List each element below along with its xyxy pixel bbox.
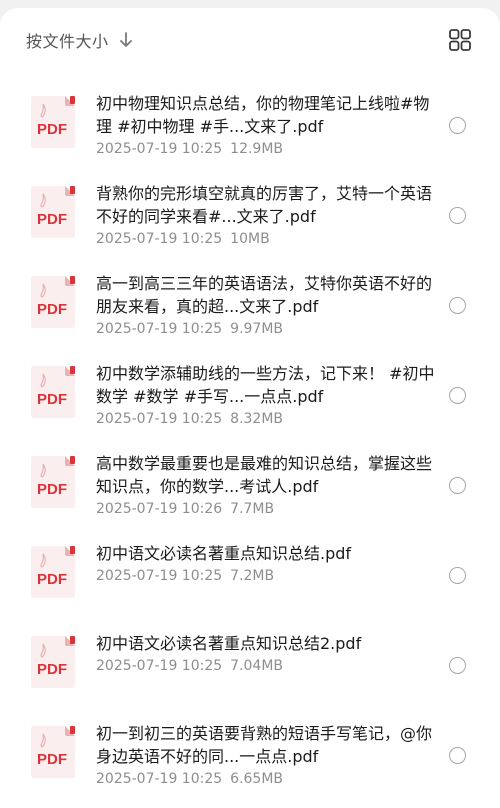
arrow-down-icon (119, 32, 132, 47)
file-row[interactable]: PDF 初中数学添辅助线的一些方法，记下来！ #初中数学 #数学 #手写...一… (0, 352, 500, 442)
select-radio[interactable] (449, 117, 466, 134)
file-row[interactable]: PDF 初中语文必读名著重点知识总结.pdf 2025-07-19 10:25 7… (0, 532, 500, 622)
select-radio[interactable] (449, 657, 466, 674)
toolbar: 按文件大小 (0, 8, 500, 72)
file-date: 2025-07-19 10:25 (96, 411, 223, 427)
svg-text:PDF: PDF (37, 661, 67, 678)
select-radio[interactable] (449, 477, 466, 494)
file-text: 初中语文必读名著重点知识总结.pdf 2025-07-19 10:25 7.2MB (96, 542, 436, 586)
sort-label: 按文件大小 (26, 32, 109, 51)
file-meta: 2025-07-19 10:25 8.32MB (96, 409, 436, 429)
file-meta: 2025-07-19 10:25 9.97MB (96, 319, 436, 339)
file-name: 初中数学添辅助线的一些方法，记下来！ #初中数学 #数学 #手写...一点点.p… (96, 364, 435, 406)
svg-text:PDF: PDF (37, 481, 67, 498)
file-list: PDF 初中物理知识点总结，你的物理笔记上线啦#物理 #初中物理 #手...文来… (0, 82, 500, 802)
pdf-file-icon: PDF (31, 276, 75, 328)
file-meta: 2025-07-19 10:25 7.04MB (96, 656, 436, 676)
pdf-file-icon: PDF (31, 546, 75, 598)
file-meta: 2025-07-19 10:25 6.65MB (96, 769, 436, 789)
file-date: 2025-07-19 10:25 (96, 141, 223, 157)
file-size: 9.97MB (230, 321, 284, 337)
file-row[interactable]: PDF 高中数学最重要也是最难的知识总结，掌握这些知识点，你的数学...考试人.… (0, 442, 500, 532)
select-radio[interactable] (449, 207, 466, 224)
file-text: 背熟你的完形填空就真的厉害了，艾特一个英语不好的同学来看#...文来了.pdf … (96, 182, 436, 249)
pdf-file-icon: PDF (31, 96, 75, 148)
file-size: 7.04MB (230, 658, 284, 674)
select-radio[interactable] (449, 747, 466, 764)
svg-text:PDF: PDF (37, 571, 67, 588)
file-size: 12.9MB (230, 141, 284, 157)
pdf-file-icon: PDF (31, 726, 75, 778)
file-size: 7.7MB (230, 501, 275, 517)
file-name: 高一到高三三年的英语语法，艾特你英语不好的朋友来看，真的超...文来了.pdf (96, 274, 433, 316)
file-text: 高中数学最重要也是最难的知识总结，掌握这些知识点，你的数学...考试人.pdf … (96, 452, 436, 519)
file-meta: 2025-07-19 10:25 12.9MB (96, 139, 436, 159)
svg-text:PDF: PDF (37, 121, 67, 138)
file-text: 初一到初三的英语要背熟的短语手写笔记，@你身边英语不好的同...一点点.pdf … (96, 722, 436, 789)
sort-by-size-button[interactable]: 按文件大小 (26, 28, 133, 52)
file-panel: 按文件大小 PDF 初中物理知识点总结，你的物理笔记上线啦#物理 #初中物理 #… (0, 8, 500, 808)
pdf-file-icon: PDF (31, 366, 75, 418)
svg-text:PDF: PDF (37, 751, 67, 768)
file-name: 初中物理知识点总结，你的物理笔记上线啦#物理 #初中物理 #手...文来了.pd… (96, 94, 430, 136)
select-radio[interactable] (449, 297, 466, 314)
file-name: 初中语文必读名著重点知识总结.pdf (96, 544, 352, 563)
file-date: 2025-07-19 10:25 (96, 771, 223, 787)
file-meta: 2025-07-19 10:25 7.2MB (96, 566, 436, 586)
svg-text:PDF: PDF (37, 391, 67, 408)
file-text: 初中数学添辅助线的一些方法，记下来！ #初中数学 #数学 #手写...一点点.p… (96, 362, 436, 429)
file-row[interactable]: PDF 初一到初三的英语要背熟的短语手写笔记，@你身边英语不好的同...一点点.… (0, 712, 500, 802)
file-name: 背熟你的完形填空就真的厉害了，艾特一个英语不好的同学来看#...文来了.pdf (96, 184, 433, 226)
file-name: 初一到初三的英语要背熟的短语手写笔记，@你身边英语不好的同...一点点.pdf (96, 724, 433, 766)
svg-text:PDF: PDF (37, 211, 67, 228)
pdf-file-icon: PDF (31, 186, 75, 238)
file-name: 初中语文必读名著重点知识总结2.pdf (96, 634, 362, 653)
svg-text:PDF: PDF (37, 301, 67, 318)
file-date: 2025-07-19 10:25 (96, 231, 223, 247)
file-row[interactable]: PDF 初中物理知识点总结，你的物理笔记上线啦#物理 #初中物理 #手...文来… (0, 82, 500, 172)
pdf-file-icon: PDF (31, 456, 75, 508)
select-radio[interactable] (449, 567, 466, 584)
file-name: 高中数学最重要也是最难的知识总结，掌握这些知识点，你的数学...考试人.pdf (96, 454, 433, 496)
file-row[interactable]: PDF 背熟你的完形填空就真的厉害了，艾特一个英语不好的同学来看#...文来了.… (0, 172, 500, 262)
select-radio[interactable] (449, 387, 466, 404)
file-meta: 2025-07-19 10:26 7.7MB (96, 499, 436, 519)
file-size: 10MB (230, 231, 270, 247)
file-date: 2025-07-19 10:25 (96, 321, 223, 337)
file-size: 7.2MB (230, 568, 275, 584)
pdf-file-icon: PDF (31, 636, 75, 688)
file-row[interactable]: PDF 高一到高三三年的英语语法，艾特你英语不好的朋友来看，真的超...文来了.… (0, 262, 500, 352)
file-text: 高一到高三三年的英语语法，艾特你英语不好的朋友来看，真的超...文来了.pdf … (96, 272, 436, 339)
file-date: 2025-07-19 10:25 (96, 568, 223, 584)
grid-view-icon[interactable] (449, 29, 471, 51)
file-row[interactable]: PDF 初中语文必读名著重点知识总结2.pdf 2025-07-19 10:25… (0, 622, 500, 712)
file-text: 初中语文必读名著重点知识总结2.pdf 2025-07-19 10:25 7.04… (96, 632, 436, 676)
file-size: 6.65MB (230, 771, 284, 787)
file-text: 初中物理知识点总结，你的物理笔记上线啦#物理 #初中物理 #手...文来了.pd… (96, 92, 436, 159)
file-date: 2025-07-19 10:25 (96, 658, 223, 674)
file-size: 8.32MB (230, 411, 284, 427)
file-date: 2025-07-19 10:26 (96, 501, 223, 517)
file-meta: 2025-07-19 10:25 10MB (96, 229, 436, 249)
